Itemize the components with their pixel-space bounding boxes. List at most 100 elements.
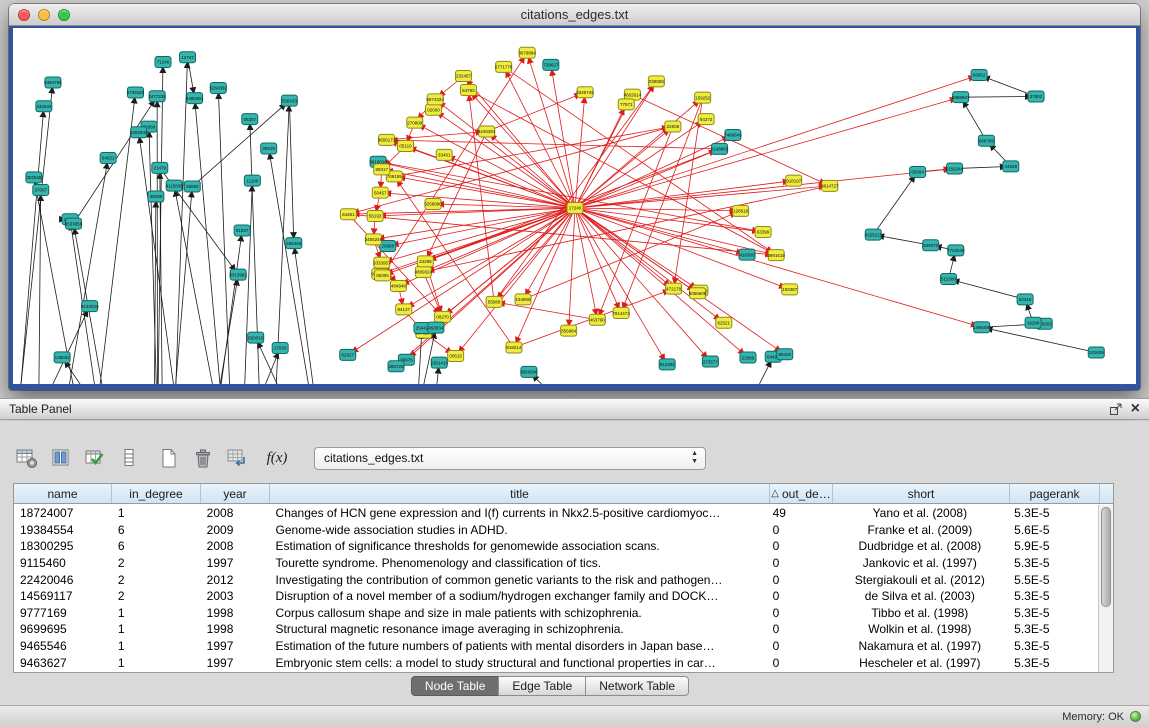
graph-node[interactable]: 50457 [372,187,388,198]
graph-node[interactable]: 463790 [589,314,605,325]
window-titlebar[interactable]: citations_edges.txt [9,4,1140,26]
graph-node[interactable]: 9728183 [127,87,145,98]
graph-node[interactable]: 20958 [380,240,396,251]
graph-node[interactable]: 54461 [340,209,356,220]
graph-node[interactable]: 2361419 [430,357,448,368]
graph-node[interactable]: 64793 [460,85,476,96]
graph-node[interactable]: 3991619 [767,250,785,261]
table-row[interactable]: 911546021997Tourette syndrome. Phenomeno… [14,555,1098,572]
scrollbar-thumb[interactable] [1101,507,1111,607]
table-options-button[interactable] [14,445,40,471]
graph-node[interactable]: 33461 [436,149,452,160]
graph-node[interactable]: 16299 [1025,317,1041,328]
table-row[interactable]: 2242004622012Investigating the contribut… [14,571,1098,588]
graph-node[interactable]: 3333957 [373,257,391,268]
graph-node[interactable]: 3656172 [378,134,396,145]
float-panel-button[interactable] [1109,403,1123,416]
column-header-short[interactable]: short [833,484,1010,503]
show-columns-button[interactable] [48,445,74,471]
graph-node[interactable]: 818214 [506,342,522,353]
graph-node[interactable]: 356984 [561,325,577,336]
graph-node[interactable]: 37067 [33,185,49,196]
graph-node[interactable]: 52316 [1017,294,1033,305]
graph-node[interactable]: 56193 [367,211,383,222]
table-row[interactable]: 1456911722003Disruption of a novel membe… [14,588,1098,605]
graph-node[interactable]: 39298 [148,191,164,202]
graph-node[interactable]: 280729 [388,361,404,372]
graph-node[interactable]: 37802 [1028,91,1044,102]
table-row[interactable]: 1872400712008Changes of HCN gene express… [14,505,1098,522]
graph-node[interactable]: 7466849 [724,129,742,140]
graph-node[interactable]: 94272 [698,114,714,125]
graph-node[interactable]: 44629 [1003,161,1019,172]
graph-node[interactable]: 66652 [971,70,987,81]
graph-node[interactable]: 3679894 [518,47,536,58]
graph-node[interactable]: 1496499 [973,322,991,333]
graph-node[interactable]: 6771778 [495,61,513,72]
graph-node[interactable]: 4809324 [415,267,433,278]
graph-node[interactable]: 5480461 [186,93,204,104]
column-header-in_degree[interactable]: in_degree [112,484,201,503]
graph-node[interactable]: 5958947 [952,92,970,103]
function-builder-button[interactable]: f(x) [264,445,290,471]
graph-node[interactable]: 6974334 [426,94,444,105]
graph-node[interactable]: 270809 [407,117,423,128]
column-header-out_de[interactable]: △out_de… [770,484,833,503]
graph-node[interactable]: 456465 [286,238,302,249]
graph-node[interactable]: 038055 [648,76,664,87]
graph-node[interactable]: 484948 [390,281,406,292]
zoom-window-button[interactable] [58,9,70,21]
graph-node[interactable]: 273577 [702,356,718,367]
graph-node[interactable]: 3477238 [148,91,166,102]
graph-node[interactable]: 28093 [184,181,200,192]
tab-edge-table[interactable]: Edge Table [498,676,586,696]
graph-node[interactable]: 232457 [455,71,471,82]
graph-node[interactable]: 22508 [665,121,681,132]
new-table-button[interactable] [156,445,182,471]
graph-node[interactable]: 8345745 [576,87,594,98]
graph-node[interactable]: 77571 [618,99,634,110]
graph-node[interactable]: 8956696 [520,366,538,377]
graph-node[interactable]: 4115838 [166,180,184,191]
graph-node[interactable]: 093010 [248,332,264,343]
close-window-button[interactable] [18,9,30,21]
graph-node[interactable]: 159252 [695,92,711,103]
minimize-window-button[interactable] [38,9,50,21]
graph-node[interactable]: 30819 [261,143,277,154]
graph-node[interactable]: 7722649 [947,245,965,256]
graph-node[interactable]: 94631 [100,152,116,163]
graph-node[interactable]: 34288 [417,256,433,267]
close-panel-button[interactable]: × [1131,403,1140,415]
graph-node[interactable]: 05110 [397,141,413,152]
graph-node[interactable]: 515300 [941,273,957,284]
table-row[interactable]: 969969511998Structural magnetic resonanc… [14,621,1098,638]
column-header-title[interactable]: title [270,484,770,503]
tab-network-table[interactable]: Network Table [585,676,689,696]
table-scrollbar[interactable] [1098,505,1113,672]
graph-node[interactable]: 01937 [234,225,250,236]
graph-node[interactable]: 5260892 [210,83,228,94]
table-selector[interactable]: citations_edges.txt ▲▼ [314,447,706,470]
graph-node[interactable]: 193387 [782,284,798,295]
table-row[interactable]: 1938455462009Genome-wide association stu… [14,522,1098,539]
table-row[interactable]: 977716911998Corpus callosum shape and si… [14,605,1098,622]
graph-node[interactable]: 5494758 [44,77,62,88]
graph-node[interactable]: 3252948 [130,127,148,138]
graph-node[interactable]: 918197 [786,175,802,186]
column-header-year[interactable]: year [201,484,270,503]
graph-node[interactable]: 06305 [375,270,391,281]
graph-node[interactable]: 65084 [910,167,926,178]
graph-node[interactable]: 6156344 [946,163,964,174]
network-view[interactable]: 1286186339939916194163001933879751806252… [13,28,1136,384]
graph-node[interactable]: 9814727 [821,180,839,191]
graph-node[interactable]: 17240 [567,203,583,214]
graph-node[interactable]: 63399 [755,226,771,237]
graph-node[interactable]: 2148865 [711,143,729,154]
graph-node[interactable]: 7014473 [612,308,630,319]
graph-node[interactable]: 02627 [340,349,356,360]
graph-node[interactable]: 0258990 [424,198,442,209]
graph-node[interactable]: 21479 [152,162,168,173]
graph-node[interactable]: 9056606 [689,288,707,299]
import-table-button[interactable] [224,445,250,471]
table-row[interactable]: 946362711997Embryonic stem cells: a mode… [14,654,1098,671]
